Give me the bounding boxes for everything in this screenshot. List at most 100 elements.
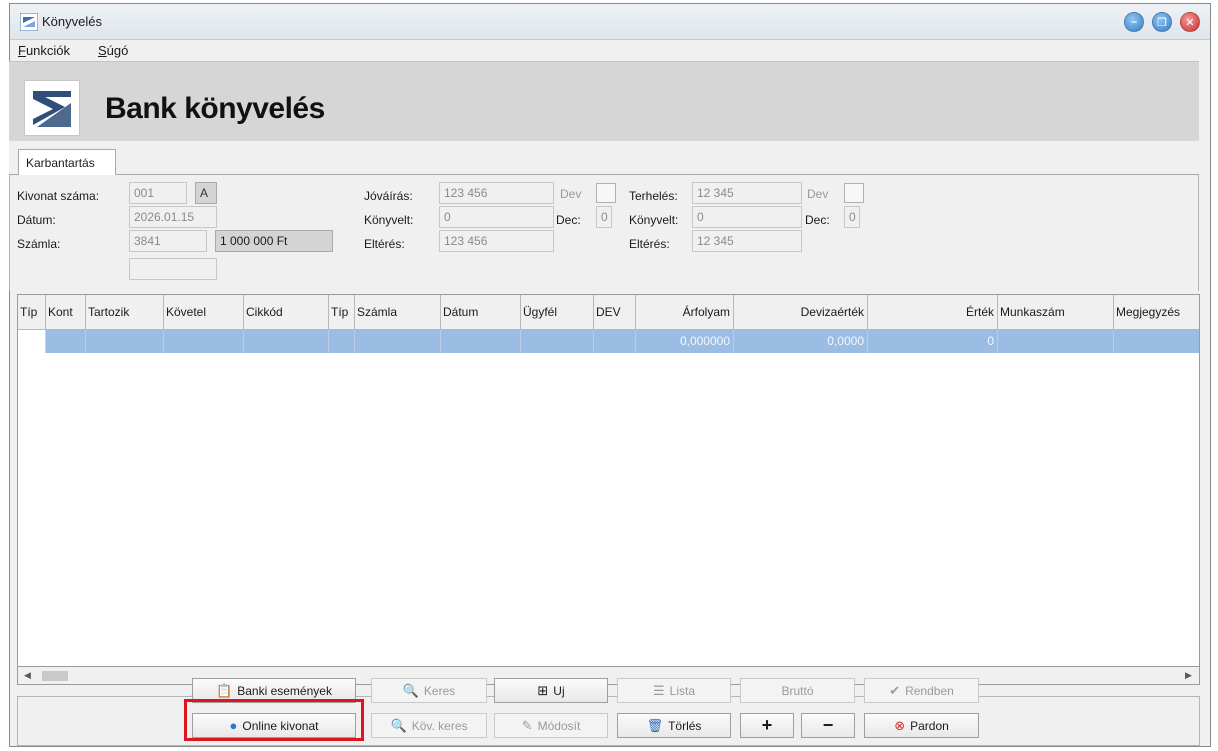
minimize-icon[interactable]: – (1124, 12, 1144, 32)
jovairas-field[interactable]: 123 456 (439, 182, 554, 204)
close-icon[interactable]: ✕ (1180, 12, 1200, 32)
elteres-label-1: Eltérés: (364, 237, 405, 251)
plus-label: + (761, 715, 773, 735)
column-header[interactable]: Dátum (441, 295, 521, 330)
column-header[interactable]: Tartozik (86, 295, 164, 330)
modosit-button[interactable]: ✎ Módosít (494, 713, 608, 738)
dec-field-1[interactable]: 0 (596, 206, 612, 228)
arfolyam-cell[interactable]: 0,000000 (636, 330, 734, 353)
jovairas-label: Jóváírás: (364, 189, 413, 203)
keres-button[interactable]: 🔍 Keres (371, 678, 487, 703)
konyvelt-field-1[interactable]: 0 (439, 206, 554, 228)
title-bar[interactable]: Könyvelés – ❐ ✕ (10, 4, 1210, 40)
globe-icon: ● (229, 718, 238, 733)
column-header[interactable]: Cikkód (244, 295, 329, 330)
pardon-label: Pardon (910, 718, 949, 733)
lista-button[interactable]: ☰ Lista (617, 678, 731, 703)
kivonat-label: Kivonat száma: (17, 189, 100, 203)
edit-icon: ✎ (521, 717, 533, 733)
uj-label: Uj (553, 683, 565, 698)
rendben-button[interactable]: ✔ Rendben (864, 678, 979, 703)
grid-cell[interactable] (1114, 330, 1199, 353)
grid-cell[interactable] (355, 330, 441, 353)
plus-button[interactable]: + (740, 713, 794, 738)
grid-cell[interactable] (164, 330, 244, 353)
terheles-field[interactable]: 12 345 (692, 182, 802, 204)
column-header[interactable]: Kont (46, 295, 86, 330)
elteres-field-2: 12 345 (692, 230, 802, 252)
datum-label: Dátum: (17, 213, 56, 227)
grid-cell[interactable] (46, 330, 86, 353)
column-header[interactable]: Megjegyzés (1114, 295, 1199, 330)
grid-cell[interactable] (86, 330, 164, 353)
grid-cell[interactable] (998, 330, 1114, 353)
column-header[interactable]: DEV (594, 295, 636, 330)
kivonat-suffix-field[interactable]: A (195, 182, 217, 204)
ertek-cell[interactable]: 0 (868, 330, 998, 353)
datum-field[interactable]: 2026.01.15 (129, 206, 217, 228)
dev-label-1: Dev (560, 187, 582, 201)
grid-header: Típ Kont Tartozik Követel Cikkód Típ Szá… (18, 295, 1199, 330)
row-selector[interactable] (18, 330, 46, 353)
clipboard-icon: 📋 (216, 682, 233, 698)
torles-button[interactable]: 🗑 Törlés (617, 713, 731, 738)
column-header[interactable]: Érték (868, 295, 998, 330)
tab-karbantartas[interactable]: Karbantartás (18, 149, 116, 176)
restore-icon[interactable]: ❐ (1152, 12, 1172, 32)
grid-cell[interactable] (244, 330, 329, 353)
column-header[interactable]: Devizaérték (734, 295, 868, 330)
dec-label-2: Dec: (805, 213, 830, 227)
column-header[interactable]: Számla (355, 295, 441, 330)
column-header[interactable]: Munkaszám (998, 295, 1114, 330)
pardon-button[interactable]: ⊗ Pardon (864, 713, 979, 738)
kov-keres-button[interactable]: 🔍 Köv. keres (371, 713, 487, 738)
scroll-left-icon[interactable]: ◀ (24, 670, 31, 681)
list-icon: ☰ (652, 682, 665, 698)
brutto-label: Bruttó (781, 683, 814, 698)
page-header: Bank könyvelés (9, 61, 1199, 141)
szamla-extra-field[interactable] (129, 258, 217, 280)
dev-checkbox-1[interactable] (596, 183, 616, 203)
uj-button[interactable]: ⊞ Uj (494, 678, 608, 703)
scroll-thumb[interactable] (42, 671, 68, 681)
szamla-field[interactable]: 3841 (129, 230, 207, 252)
page-title: Bank könyvelés (105, 92, 325, 125)
column-header[interactable]: Követel (164, 295, 244, 330)
menu-sugo[interactable]: Súgó (98, 43, 128, 58)
dev-checkbox-2[interactable] (844, 183, 864, 203)
column-header[interactable]: Ügyfél (521, 295, 594, 330)
column-header[interactable]: Típ (329, 295, 355, 330)
app-logo-icon (20, 13, 38, 31)
brutto-button[interactable]: Bruttó (740, 678, 855, 703)
online-kivonat-button[interactable]: ● Online kivonat (192, 713, 356, 738)
rendben-label: Rendben (905, 683, 954, 698)
torles-label: Törlés (668, 718, 702, 733)
dev-label-2: Dev (807, 187, 829, 201)
grid-cell[interactable] (594, 330, 636, 353)
konyvelt-label-1: Könyvelt: (364, 213, 414, 227)
grid-cell[interactable] (521, 330, 594, 353)
table-row[interactable]: 0,000000 0,0000 0 (46, 330, 1199, 353)
check-circle-icon: ✔ (889, 682, 901, 698)
kivonat-field[interactable]: 001 (129, 182, 187, 204)
grid-cell[interactable] (329, 330, 355, 353)
entries-grid[interactable]: Típ Kont Tartozik Követel Cikkód Típ Szá… (17, 294, 1200, 667)
elteres-field-1: 123 456 (439, 230, 554, 252)
kov-keres-label: Köv. keres (411, 718, 468, 733)
column-header[interactable]: Típ (18, 295, 46, 330)
column-header[interactable]: Árfolyam (636, 295, 734, 330)
dec-label-1: Dec: (556, 213, 581, 227)
cancel-circle-icon: ⊗ (894, 717, 906, 733)
devizaertek-cell[interactable]: 0,0000 (734, 330, 868, 353)
menu-bar: Funkciók Súgó (10, 40, 1210, 62)
minus-button[interactable]: − (801, 713, 855, 738)
scroll-right-icon[interactable]: ▶ (1185, 670, 1192, 681)
konyvelt-field-2[interactable]: 0 (692, 206, 802, 228)
konyvelt-label-2: Könyvelt: (629, 213, 679, 227)
dec-field-2[interactable]: 0 (844, 206, 860, 228)
szamla-label: Számla: (17, 237, 61, 251)
grid-cell[interactable] (441, 330, 521, 353)
menu-funkciok[interactable]: Funkciók (18, 43, 70, 58)
keres-label: Keres (423, 683, 456, 698)
banki-esemenyek-button[interactable]: 📋 Banki események (192, 678, 356, 703)
